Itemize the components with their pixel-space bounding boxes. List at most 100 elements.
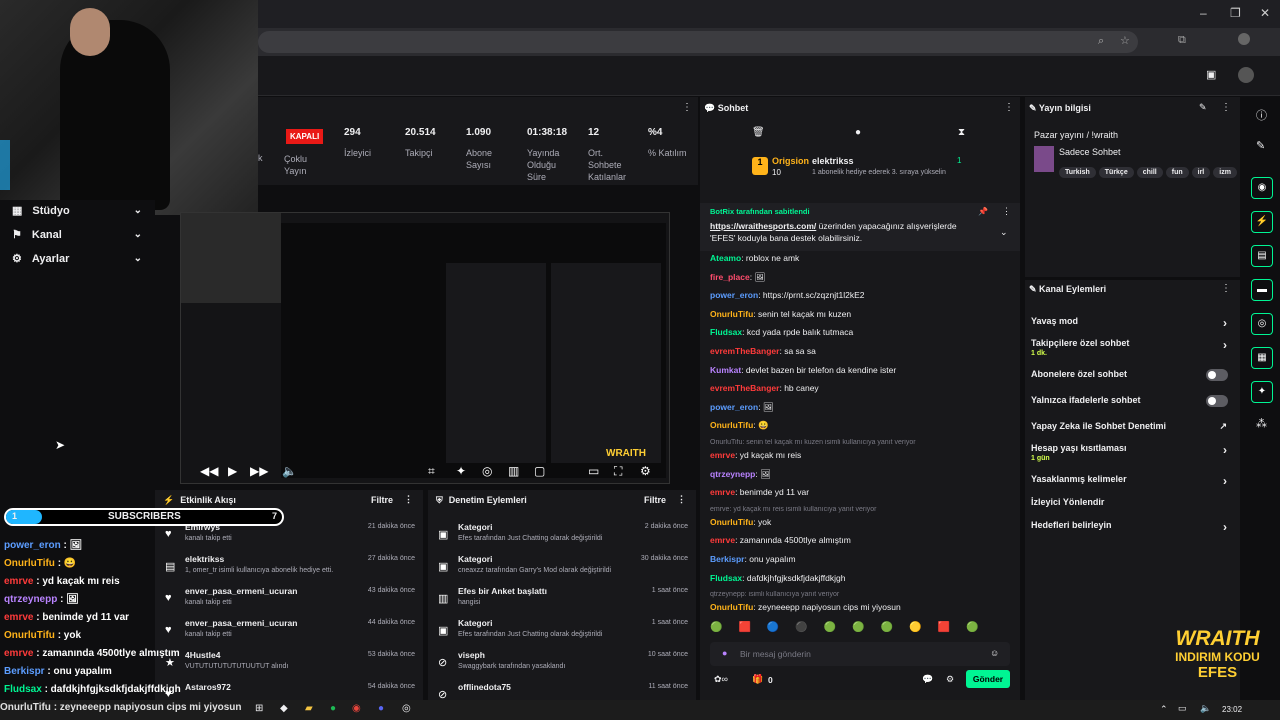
pin-icon[interactable]: 📌 — [978, 207, 988, 216]
chat-username[interactable]: Fludsax — [710, 573, 742, 583]
maximize-button[interactable]: ❐ — [1230, 6, 1241, 20]
chat-message[interactable]: qtrzeynepp: 🖼 — [710, 469, 1010, 480]
volume-icon[interactable]: 🔈 — [282, 464, 297, 478]
address-bar[interactable] — [258, 31, 1138, 53]
more-options-icon[interactable]: ⋮ — [1221, 102, 1231, 113]
chat-username[interactable]: OnurluTifu — [710, 517, 753, 527]
chat-username[interactable]: OnurluTifu — [710, 309, 753, 319]
gear-icon[interactable]: ⚙ — [946, 674, 954, 685]
document-icon[interactable]: ▤ — [1251, 245, 1273, 267]
stream-preview[interactable]: WRAITH — [180, 212, 670, 484]
user-avatar[interactable] — [1238, 67, 1254, 83]
share-icon[interactable]: ⁂ — [1256, 417, 1267, 430]
bolt-icon[interactable]: ⚡ — [1251, 211, 1273, 233]
chat-message[interactable]: power_eron: 🖼 — [710, 402, 1010, 413]
discord-icon[interactable]: ● — [378, 703, 384, 714]
zoom-icon[interactable]: ⌕ — [1098, 35, 1104, 48]
more-options-icon[interactable]: ⋮ — [1004, 102, 1014, 113]
chat-message[interactable]: OnurluTifu: yok — [710, 517, 1010, 527]
chat-username[interactable]: power_eron — [710, 402, 758, 412]
chat-message[interactable]: emrve: yd kaçak mı reis — [710, 450, 1010, 460]
tag[interactable]: Turkish — [1059, 167, 1096, 178]
minimize-button[interactable]: – — [1200, 6, 1207, 20]
chat-message[interactable]: fire_place: 🖼 — [710, 272, 1010, 283]
chat-username[interactable]: evremTheBanger — [710, 346, 779, 356]
chat-message[interactable]: power_eron: https://prnt.sc/zqznjt1l2kE2 — [710, 290, 1010, 300]
tag[interactable]: Türkçe — [1098, 167, 1134, 178]
chat-message[interactable]: OnurluTifu: senin tel kaçak mı kuzen — [710, 309, 1010, 319]
filter-button[interactable]: Filtre — [371, 495, 393, 505]
more-options-icon[interactable]: ⋮ — [1221, 283, 1231, 294]
emote-only-toggle[interactable] — [1206, 395, 1228, 407]
chat-message[interactable]: OnurluTifu: zeyneeepp napiyosun cips mi … — [710, 602, 1010, 612]
subs-only-toggle[interactable] — [1206, 369, 1228, 381]
camera-icon[interactable]: ◉ — [1251, 177, 1273, 199]
wrench-icon[interactable]: ✦ — [1251, 381, 1273, 403]
obs-icon[interactable]: ◎ — [402, 703, 411, 714]
sidebar-item-ayarlar[interactable]: ⚙ Ayarlar ⌄ — [12, 252, 142, 266]
pinned-link[interactable]: https://wraithesports.com/ — [710, 221, 816, 231]
list-item[interactable]: ⊘ viseph Swaggybark tarafından yasaklandı 1… — [428, 648, 696, 680]
edit-icon[interactable]: ✎ — [1199, 102, 1207, 113]
trash-icon[interactable]: 🗑 — [752, 127, 765, 138]
bookmark-star-icon[interactable]: ☆ — [1120, 34, 1130, 47]
stats-icon[interactable]: ▥ — [508, 464, 519, 478]
list-item[interactable]: ▣ Kategori cneaxzz tarafından Garry's Mod … — [428, 552, 696, 584]
points-icon[interactable]: ✿∞ — [714, 674, 728, 685]
banned-words-row[interactable]: Yasaklanmış kelimeler › — [1031, 474, 1231, 488]
chat-message[interactable]: Kumkat: devlet bazen bir telefon da kend… — [710, 365, 1010, 375]
list-item[interactable]: ▣ Kategori Efes tarafından Just Chatting o… — [428, 520, 696, 552]
spotify-icon[interactable]: ● — [330, 703, 336, 714]
chat-username[interactable]: OnurluTifu — [710, 420, 753, 430]
chat-message[interactable]: Ateamo: roblox ne amk — [710, 253, 1010, 263]
chat-message[interactable]: Fludsax: kcd yada rpde balık tutmaca — [710, 327, 1010, 337]
tag[interactable]: izm — [1213, 167, 1237, 178]
chat-username[interactable]: emrve — [710, 487, 735, 497]
chat-username[interactable]: evremTheBanger — [710, 383, 779, 393]
chat-message[interactable]: emrve: benimde yd 11 var — [710, 487, 1010, 497]
crop-icon[interactable]: ⌗ — [428, 464, 435, 479]
sparkle-icon[interactable]: ✦ — [456, 464, 466, 478]
ai-moderation-row[interactable]: Yapay Zeka ile Sohbet Denetimi ↗ — [1031, 421, 1231, 431]
chat-username[interactable]: Berkispr — [710, 554, 745, 564]
chevron-down-icon[interactable]: ⌄ — [1000, 227, 1008, 238]
extensions-icon[interactable]: ⧉ — [1178, 34, 1186, 47]
list-item[interactable]: ▣ Kategori Efes tarafından Just Chatting o… — [428, 616, 696, 648]
miniplayer-icon[interactable]: ▭ — [588, 464, 599, 478]
raid-row[interactable]: İzleyici Yönlendir — [1031, 497, 1231, 507]
sidebar-item-studio[interactable]: ▦ Stüdyo ⌄ — [12, 204, 142, 218]
tag[interactable]: fun — [1165, 167, 1189, 178]
chat-message[interactable]: Berkispr: onu yapalım — [710, 554, 1010, 564]
forward-icon[interactable]: ▶▶ — [250, 464, 268, 478]
volume-icon[interactable]: 🔈 — [1200, 703, 1211, 714]
info-icon[interactable]: ⓘ — [1256, 107, 1267, 123]
chat-icon[interactable]: ▬ — [1251, 279, 1273, 301]
slow-mode-row[interactable]: Yavaş mod › — [1031, 316, 1231, 330]
chat-bubble-icon[interactable]: ● — [855, 127, 861, 138]
goals-row[interactable]: Hedefleri belirleyin › — [1031, 520, 1231, 534]
rewind-icon[interactable]: ◀◀ — [200, 464, 218, 478]
emote-bar[interactable]: 🟢🟥🔵⚫🟢🟢🟢🟡🟥🟢 — [710, 622, 1010, 636]
chat-message[interactable]: OnurluTifu: 😀 — [710, 420, 1010, 431]
sidebar-item-kanal[interactable]: ⚑ Kanal ⌄ — [12, 228, 142, 242]
more-options-icon[interactable]: ⋮ — [404, 494, 413, 505]
edit-icon[interactable]: ✎ — [1256, 139, 1265, 152]
chat-username[interactable]: OnurluTifu — [710, 602, 753, 612]
network-icon[interactable]: ▭ — [1178, 703, 1187, 714]
chat-username[interactable]: fire_place — [710, 272, 750, 282]
mic-icon[interactable]: ● — [722, 648, 727, 658]
send-button[interactable]: Gönder — [966, 670, 1010, 688]
tray-chevron-icon[interactable]: ⌃ — [1160, 704, 1168, 715]
chat-input[interactable]: ● Bir mesaj gönderin ☺ — [710, 642, 1010, 666]
play-icon[interactable]: ▶ — [228, 464, 237, 478]
clip-icon[interactable]: ◎ — [482, 464, 492, 478]
chat-message[interactable]: emrve: zamanında 4500tlye almıştım — [710, 535, 1010, 545]
camera-icon[interactable]: ▣ — [1206, 68, 1216, 81]
settings-icon[interactable]: ⚙ — [640, 464, 651, 478]
fullscreen-icon[interactable]: ⛶ — [614, 464, 622, 479]
broadcast-icon[interactable]: ◎ — [1251, 313, 1273, 335]
chrome-icon[interactable]: ◉ — [352, 703, 361, 714]
account-age-row[interactable]: Hesap yaşı kısıtlaması 1 gün › — [1031, 443, 1231, 462]
theatre-icon[interactable]: ▢ — [534, 464, 545, 478]
emoji-icon[interactable]: ☺ — [990, 648, 999, 658]
